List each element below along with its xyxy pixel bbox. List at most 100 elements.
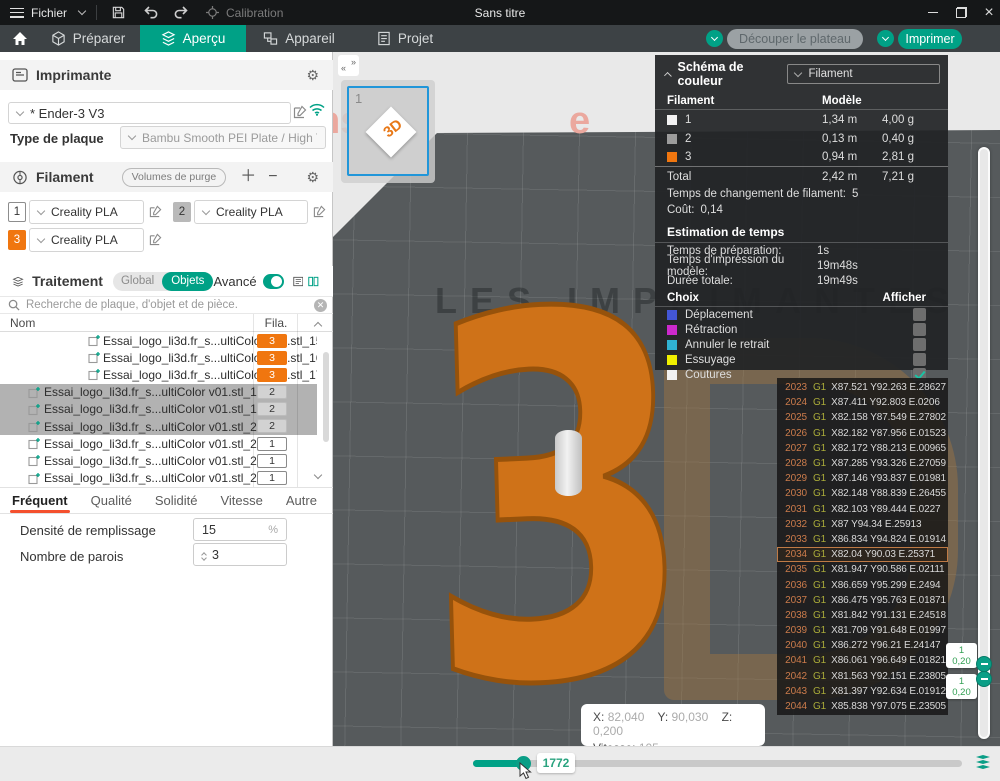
gcode-line[interactable]: 2044G1X85.838 Y97.075 E.23505	[777, 699, 948, 714]
layer-slider-lower-handle[interactable]	[976, 671, 992, 687]
gcode-panel[interactable]: 2023G1X87.521 Y92.263 E.286272024G1X87.4…	[777, 378, 948, 715]
search-input[interactable]	[26, 299, 308, 311]
viewport-3d[interactable]: ns e LES IMPRIMANTES 3 » « 1 3D Schéma d…	[333, 52, 1000, 746]
object-row[interactable]: Essai_logo_li3d.fr_s...ultiColor v01.stl…	[0, 435, 317, 452]
purge-volumes-button[interactable]: Volumes de purge	[122, 168, 227, 187]
object-row[interactable]: Essai_logo_li3d.fr_s...ultiColor v01.stl…	[0, 401, 317, 418]
gear-icon[interactable]: ⚙	[306, 68, 319, 82]
show-checkbox[interactable]	[913, 353, 926, 366]
print-dropdown-button[interactable]	[877, 30, 894, 47]
printer-select[interactable]: * Ender-3 V3	[8, 102, 291, 124]
slice-plate-button[interactable]: Découper le plateau	[727, 29, 863, 49]
edit-printer-icon[interactable]	[293, 105, 307, 119]
object-row[interactable]: Essai_logo_li3d.fr_s...ultiColor v01.stl…	[0, 452, 317, 469]
show-checkbox[interactable]	[913, 338, 926, 351]
gcode-line[interactable]: 2025G1X82.158 Y87.549 E.27802	[777, 410, 948, 425]
tab-solidite[interactable]: Solidité	[155, 487, 198, 514]
object-row[interactable]: Essai_logo_li3d.fr_s...ultiColor v01.stl…	[0, 384, 317, 401]
gcode-line[interactable]: 2032G1X87 Y94.34 E.25913	[777, 517, 948, 532]
minimize-button[interactable]	[920, 0, 946, 25]
print-button[interactable]: Imprimer	[898, 29, 962, 49]
gcode-line[interactable]: 2040G1X86.272 Y96.21 E.24147	[777, 638, 948, 653]
walls-input[interactable]	[212, 548, 262, 562]
plate-thumbnail-card[interactable]: 1 3D	[341, 80, 435, 183]
show-checkbox[interactable]	[913, 308, 926, 321]
clear-search-icon[interactable]: ✕	[314, 299, 327, 312]
plate-type-select[interactable]: Bambu Smooth PEI Plate / High Te...	[120, 126, 326, 149]
gcode-line[interactable]: 2030G1X82.148 Y88.839 E.26455	[777, 486, 948, 501]
redo-button[interactable]	[173, 0, 189, 25]
tab-qualite[interactable]: Qualité	[91, 487, 132, 514]
tab-apercu[interactable]: Aperçu	[140, 25, 246, 52]
tab-preparer[interactable]: Préparer	[36, 25, 140, 52]
remove-filament-button[interactable]: −	[268, 169, 277, 185]
layer-slider-upper-handle[interactable]	[976, 656, 992, 672]
gcode-line[interactable]: 2028G1X87.285 Y93.326 E.27059	[777, 456, 948, 471]
object-row[interactable]: Essai_logo_li3d.fr_s...ultiColor v01.stl…	[0, 332, 317, 349]
collapse-panel-icon[interactable]	[664, 71, 672, 79]
gcode-line[interactable]: 2043G1X81.397 Y92.634 E.01912	[777, 684, 948, 699]
color-scheme-mode-select[interactable]: Filament	[787, 64, 940, 84]
tab-autre[interactable]: Autre	[286, 487, 317, 514]
add-filament-button[interactable]: ＋	[240, 169, 256, 185]
gcode-line[interactable]: 2041G1X86.061 Y96.649 E.01821	[777, 653, 948, 668]
list-view-icon[interactable]	[293, 275, 304, 288]
title-bar: Fichier Calibration Sans titre ×	[0, 0, 1000, 25]
slice-dropdown-button[interactable]	[706, 30, 723, 47]
filament-select-1[interactable]: Creality PLA	[29, 200, 144, 224]
compare-view-icon[interactable]	[308, 275, 319, 288]
gcode-line[interactable]: 2036G1X86.659 Y95.299 E.2494	[777, 577, 948, 592]
tab-vitesse[interactable]: Vitesse	[220, 487, 262, 514]
edit-filament-icon[interactable]	[149, 233, 162, 246]
plate-thumbnail-selected[interactable]: 1 3D	[347, 86, 429, 176]
gcode-line[interactable]: 2037G1X86.475 Y95.763 E.01871	[777, 593, 948, 608]
tab-appareil[interactable]: Appareil	[246, 25, 352, 52]
object-row[interactable]: Essai_logo_li3d.fr_s...ultiColor v01.stl…	[0, 349, 317, 366]
object-row[interactable]: Essai_logo_li3d.fr_s...ultiColor v01.stl…	[0, 470, 317, 487]
filament-select-3[interactable]: Creality PLA	[29, 228, 144, 252]
object-row[interactable]: Essai_logo_li3d.fr_s...ultiColor v01.stl…	[0, 418, 317, 435]
gcode-line[interactable]: 2039G1X81.709 Y91.648 E.01997	[777, 623, 948, 638]
filament-select-2[interactable]: Creality PLA	[194, 200, 308, 224]
file-menu[interactable]: Fichier	[10, 0, 85, 25]
object-row[interactable]: Essai_logo_li3d.fr_s...ultiColor v01.stl…	[0, 366, 317, 383]
tab-projet[interactable]: Projet	[352, 25, 458, 52]
wifi-icon[interactable]	[309, 103, 325, 116]
scope-toggle[interactable]: Global Objets	[113, 272, 214, 291]
gcode-line[interactable]: 2031G1X82.103 Y89.444 E.0227	[777, 502, 948, 517]
collapse-plate-list-button[interactable]: » «	[338, 55, 359, 76]
edit-filament-icon[interactable]	[149, 205, 162, 218]
gcode-line[interactable]: 2034G1X82.04 Y90.03 E.25371	[777, 547, 948, 562]
layer-slider-track[interactable]	[978, 147, 990, 739]
scrollbar-thumb[interactable]	[323, 352, 329, 442]
advanced-toggle[interactable]	[263, 274, 284, 289]
scroll-up-icon[interactable]	[314, 322, 322, 330]
restore-button[interactable]	[948, 0, 974, 25]
gcode-line[interactable]: 2026G1X82.182 Y87.956 E.01523	[777, 426, 948, 441]
tab-frequent[interactable]: Fréquent	[12, 487, 68, 514]
prime-tower[interactable]	[555, 430, 582, 496]
save-button[interactable]	[111, 0, 126, 25]
gear-icon[interactable]: ⚙	[306, 170, 319, 184]
close-button[interactable]: ×	[976, 0, 1000, 25]
infill-field[interactable]: %	[193, 518, 287, 541]
gcode-line[interactable]: 2023G1X87.521 Y92.263 E.28627	[777, 380, 948, 395]
gcode-line[interactable]: 2024G1X87.411 Y92.803 E.0206	[777, 395, 948, 410]
gcode-line[interactable]: 2029G1X87.146 Y93.837 E.01981	[777, 471, 948, 486]
calibration-button[interactable]: Calibration	[206, 0, 283, 25]
gcode-line[interactable]: 2035G1X81.947 Y90.586 E.02111	[777, 562, 948, 577]
infill-input[interactable]	[202, 523, 252, 537]
scope-objects[interactable]: Objets	[162, 272, 213, 291]
gcode-line[interactable]: 2027G1X82.172 Y88.213 E.00965	[777, 441, 948, 456]
home-button[interactable]	[4, 25, 36, 52]
edit-filament-icon[interactable]	[313, 205, 326, 218]
show-checkbox[interactable]	[913, 323, 926, 336]
layers-view-icon[interactable]	[976, 755, 992, 769]
scope-global[interactable]: Global	[113, 275, 162, 287]
undo-button[interactable]	[143, 0, 159, 25]
stepper-arrows[interactable]	[202, 550, 206, 560]
gcode-line[interactable]: 2033G1X86.834 Y94.824 E.01914	[777, 532, 948, 547]
gcode-line[interactable]: 2038G1X81.842 Y91.131 E.24518	[777, 608, 948, 623]
gcode-line[interactable]: 2042G1X81.563 Y92.151 E.23805	[777, 669, 948, 684]
walls-stepper[interactable]	[193, 543, 287, 566]
